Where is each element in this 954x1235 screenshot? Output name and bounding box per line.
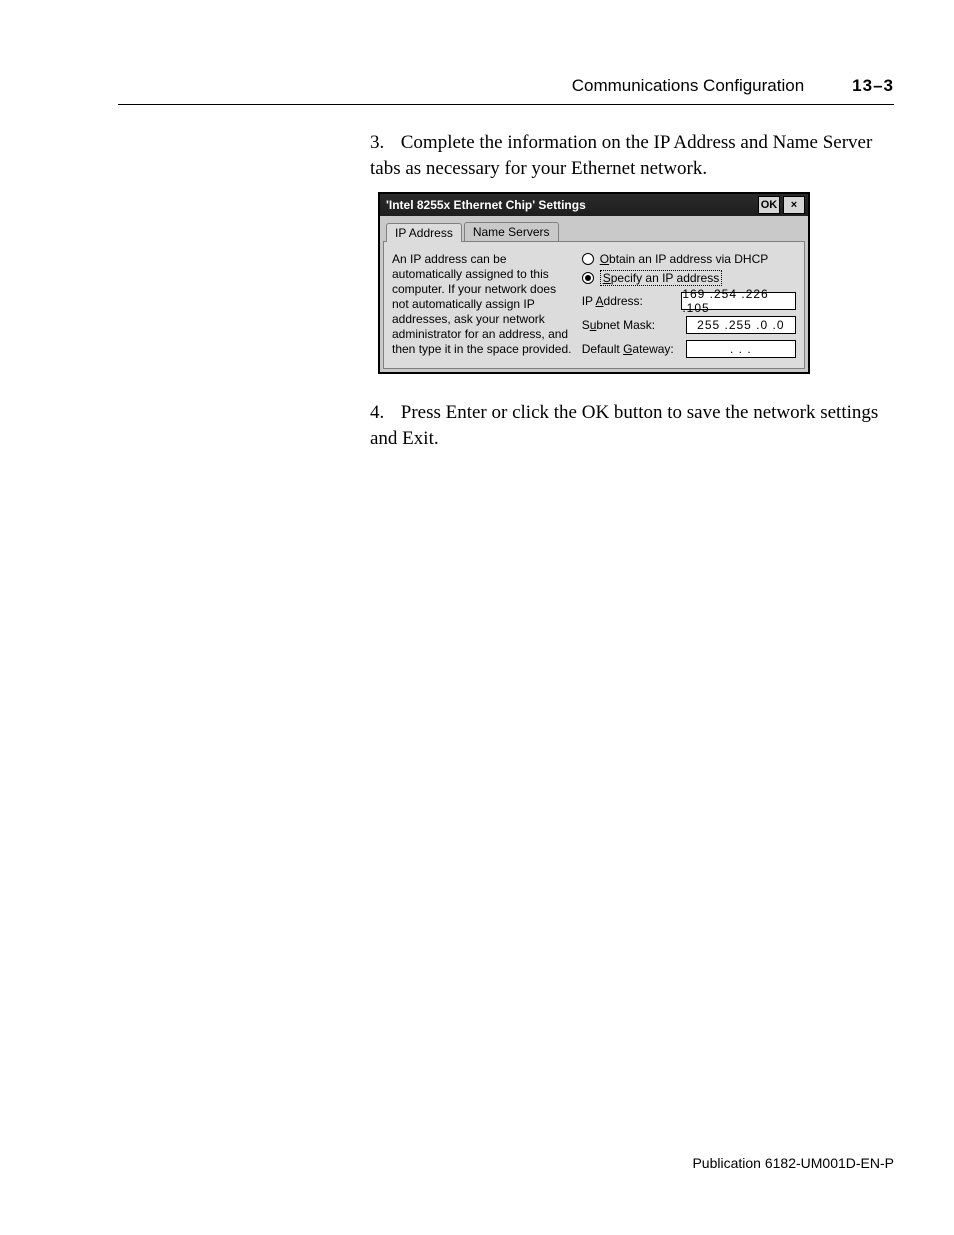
help-text: An IP address can be automatically assig… <box>392 252 574 358</box>
section-title: Communications Configuration <box>572 76 804 96</box>
ip-address-label: IP Address: <box>582 294 674 308</box>
radio-dhcp-label: Obtain an IP address via DHCP <box>600 252 769 266</box>
page-number: 13–3 <box>852 76 894 96</box>
tab-panel-ip: An IP address can be automatically assig… <box>383 241 805 369</box>
ok-button[interactable]: OK <box>758 196 780 214</box>
radio-specify-label: Specify an IP address <box>600 270 723 286</box>
step-4: 4. Press Enter or click the OK button to… <box>370 400 894 451</box>
settings-dialog: 'Intel 8255x Ethernet Chip' Settings OK … <box>378 192 810 374</box>
running-header: Communications Configuration 13–3 <box>118 76 894 105</box>
step-3-number: 3. <box>370 130 396 156</box>
field-ip-address: IP Address: 169 .254 .226 .105 <box>582 292 796 310</box>
radio-specify[interactable]: Specify an IP address <box>582 270 796 286</box>
subnet-mask-input[interactable]: 255 .255 .0 .0 <box>686 316 796 334</box>
subnet-mask-label: Subnet Mask: <box>582 318 678 332</box>
radio-specify-indicator <box>582 272 594 284</box>
field-default-gateway: Default Gateway: . . . <box>582 340 796 358</box>
default-gateway-label: Default Gateway: <box>582 342 678 356</box>
tab-name-servers[interactable]: Name Servers <box>464 222 559 241</box>
default-gateway-input[interactable]: . . . <box>686 340 796 358</box>
step-3-text: Complete the information on the IP Addre… <box>370 132 872 179</box>
ip-address-input[interactable]: 169 .254 .226 .105 <box>681 292 796 310</box>
field-subnet-mask: Subnet Mask: 255 .255 .0 .0 <box>582 316 796 334</box>
tab-strip: IP Address Name Servers <box>380 216 808 241</box>
radio-dhcp[interactable]: Obtain an IP address via DHCP <box>582 252 796 266</box>
step-3: 3. Complete the information on the IP Ad… <box>370 130 894 181</box>
header-rule <box>118 104 894 105</box>
step-4-number: 4. <box>370 400 396 426</box>
dialog-title: 'Intel 8255x Ethernet Chip' Settings <box>380 198 758 212</box>
radio-dhcp-indicator <box>582 253 594 265</box>
publication-footer: Publication 6182-UM001D-EN-P <box>692 1155 894 1171</box>
step-4-text: Press Enter or click the OK button to sa… <box>370 402 878 449</box>
close-button[interactable]: × <box>783 196 805 214</box>
tab-ip-address[interactable]: IP Address <box>386 223 462 242</box>
dialog-titlebar: 'Intel 8255x Ethernet Chip' Settings OK … <box>380 194 808 216</box>
